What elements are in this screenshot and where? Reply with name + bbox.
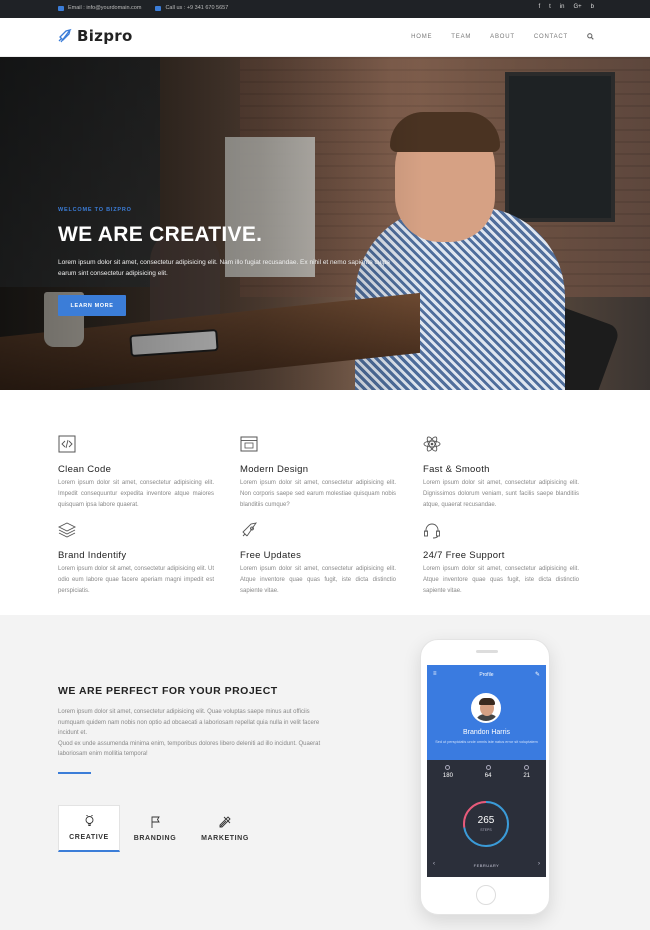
- email-icon: [58, 5, 64, 11]
- nav-about[interactable]: ABOUT: [490, 34, 515, 40]
- atom-icon: [423, 436, 441, 452]
- feature-brand-identify: Brand Indentify Lorem ipsum dolor sit am…: [57, 521, 214, 597]
- feature-title: Fast & Smooth: [423, 464, 490, 475]
- hero-subtitle: WELCOME TO BIZPRO: [58, 207, 132, 213]
- month-label: FEBRUARY: [473, 863, 500, 868]
- feature-text: Lorem ipsum dolor sit amet, consectetur …: [423, 566, 579, 594]
- stat-value: 21: [523, 773, 531, 779]
- avatar: [471, 693, 501, 723]
- logo[interactable]: Bizpro: [56, 27, 133, 45]
- feature-text: Lorem ipsum dolor sit amet, consectetur …: [58, 566, 214, 594]
- phone-icon: [155, 5, 162, 11]
- tab-creative[interactable]: CREATIVE: [58, 805, 120, 852]
- profile-header: ≡ Profile ✎ Brandon Harris Sed ut perspi…: [427, 665, 546, 760]
- feature-title: Brand Indentify: [58, 550, 127, 561]
- stat-item: 180: [443, 765, 453, 779]
- email-text: Email : info@yourdomain.com: [68, 5, 142, 11]
- feature-text: Lorem ipsum dolor sit amet, consectetur …: [240, 480, 396, 508]
- project-text: Lorem ipsum dolor sit amet, consectetur …: [58, 707, 336, 760]
- accent-separator: [58, 772, 91, 774]
- tab-branding[interactable]: BRANDING: [124, 805, 186, 852]
- brand-name: Bizpro: [77, 27, 133, 45]
- learn-more-button[interactable]: LEARN MORE: [58, 295, 126, 316]
- project-paragraph-2: Quod ex unde assumenda minima enim, temp…: [58, 740, 321, 758]
- phone-mockup: ≡ Profile ✎ Brandon Harris Sed ut perspi…: [420, 639, 550, 915]
- twitter-icon[interactable]: t: [549, 4, 551, 10]
- feature-free-updates: Free Updates Lorem ipsum dolor sit amet,…: [240, 521, 396, 597]
- feature-clean-code: Clean Code Lorem ipsum dolor sit amet, c…: [58, 435, 214, 511]
- tab-label: CREATIVE: [69, 834, 109, 841]
- rocket-logo-icon: [58, 28, 72, 43]
- flag-icon: [151, 816, 160, 828]
- stat-dot-icon: [485, 765, 491, 770]
- hero-text: Lorem ipsum dolor sit amet, consectetur …: [58, 259, 391, 277]
- instagram-icon[interactable]: in: [560, 4, 565, 10]
- navbar: Bizpro HOME TEAM ABOUT CONTACT: [0, 18, 650, 57]
- stat-dot-icon: [445, 765, 451, 770]
- social-links: f t in G+ b: [538, 4, 594, 10]
- feature-modern-design: Modern Design Lorem ipsum dolor sit amet…: [240, 435, 396, 511]
- chevron-right-icon: ›: [538, 861, 540, 867]
- facebook-icon[interactable]: f: [538, 4, 540, 10]
- project-section: WE ARE PERFECT FOR YOUR PROJECT Lorem ip…: [0, 615, 650, 930]
- stat-item: 64: [484, 765, 492, 779]
- nav-contact[interactable]: CONTACT: [534, 34, 568, 40]
- avatar-hair: [479, 698, 495, 705]
- rocket-icon: [242, 522, 258, 537]
- progress-ring: 265 STEPS: [460, 798, 512, 850]
- project-tabs: CREATIVE BRANDING MARKETING: [58, 805, 260, 852]
- email-info[interactable]: Email : info@yourdomain.com: [58, 5, 141, 11]
- nav-home[interactable]: HOME: [411, 34, 432, 40]
- feature-support: 24/7 Free Support Lorem ipsum dolor sit …: [423, 521, 579, 597]
- phone-speaker: [476, 650, 498, 653]
- bulb-icon: [85, 815, 93, 826]
- features-section: Clean Code Lorem ipsum dolor sit amet, c…: [0, 390, 650, 615]
- ring-label: STEPS: [480, 828, 492, 832]
- tab-label: BRANDING: [133, 834, 177, 842]
- google-plus-icon[interactable]: G+: [573, 4, 581, 10]
- code-icon: [58, 435, 76, 453]
- top-bar: Email : info@yourdomain.com Call us : +9…: [0, 0, 650, 18]
- profile-stats: 180 64 21: [427, 765, 546, 779]
- browser-icon: [240, 436, 258, 452]
- headset-icon: [424, 523, 440, 539]
- tools-icon: [219, 815, 231, 827]
- profile-name: Brandon Harris: [462, 729, 511, 736]
- phone-text: Call us : +9 341 670 5657: [165, 5, 229, 11]
- tab-marketing[interactable]: MARKETING: [190, 805, 260, 852]
- feature-text: Lorem ipsum dolor sit amet, consectetur …: [240, 566, 396, 594]
- phone-info[interactable]: Call us : +9 341 670 5657: [155, 5, 228, 11]
- hero-section: WELCOME TO BIZPRO WE ARE CREATIVE. Lorem…: [0, 57, 650, 390]
- feature-text: Lorem ipsum dolor sit amet, consectetur …: [58, 480, 214, 508]
- layers-icon: [57, 522, 77, 538]
- feature-fast-smooth: Fast & Smooth Lorem ipsum dolor sit amet…: [423, 435, 579, 511]
- top-contact: Email : info@yourdomain.com Call us : +9…: [58, 5, 228, 11]
- profile-role: Sed ut perspiciatis unde omnis iste natu…: [435, 740, 538, 744]
- stat-value: 180: [442, 773, 453, 779]
- behance-icon[interactable]: b: [591, 4, 594, 10]
- edit-icon: ✎: [534, 672, 540, 678]
- phone-home-button: [476, 885, 496, 905]
- main-menu: HOME TEAM ABOUT CONTACT: [411, 33, 594, 40]
- project-paragraph-1: Lorem ipsum dolor sit amet, consectetur …: [58, 709, 320, 736]
- hero-title: WE ARE CREATIVE.: [58, 223, 263, 246]
- feature-text: Lorem ipsum dolor sit amet, consectetur …: [423, 480, 579, 508]
- stat-value: 64: [484, 773, 492, 779]
- tab-label: MARKETING: [201, 834, 249, 842]
- nav-team[interactable]: TEAM: [451, 34, 471, 40]
- ring-value: 265: [477, 815, 495, 826]
- phone-screen: ≡ Profile ✎ Brandon Harris Sed ut perspi…: [427, 665, 546, 877]
- feature-title: Modern Design: [240, 464, 309, 475]
- project-title: WE ARE PERFECT FOR YOUR PROJECT: [58, 685, 278, 697]
- feature-title: Clean Code: [58, 464, 112, 475]
- search-icon[interactable]: [587, 33, 594, 40]
- profile-screen-title: Profile: [479, 672, 494, 678]
- feature-title: 24/7 Free Support: [423, 550, 505, 561]
- feature-title: Free Updates: [240, 550, 302, 561]
- stat-item: 21: [523, 765, 530, 779]
- stat-dot-icon: [524, 765, 530, 770]
